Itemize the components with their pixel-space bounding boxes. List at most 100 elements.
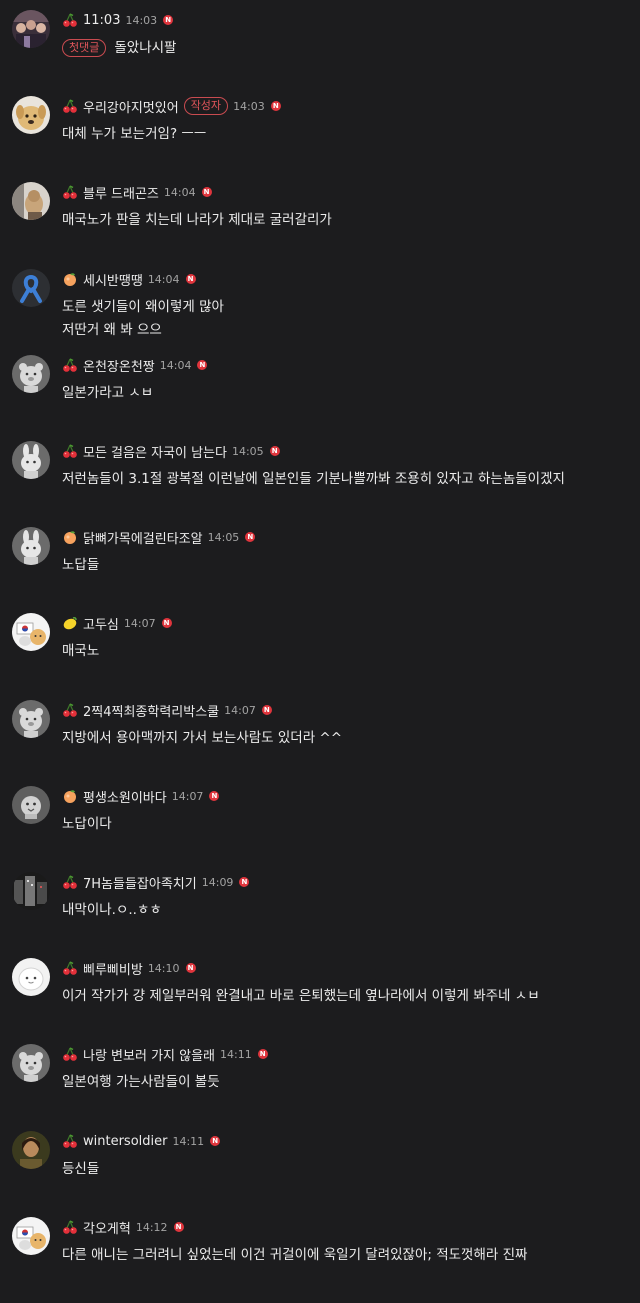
comment-text: 노답이다	[62, 814, 112, 834]
comment-text: 내막이나.ㅇ..ㅎㅎ	[62, 900, 162, 920]
comment-header: 블루 드래곤즈 14:04 N	[62, 182, 212, 202]
comment-item[interactable]: 모든 걸음은 자국이 남는다 14:05 N 저런놈들이 3.1절 광복절 이런날에 …	[0, 441, 640, 527]
comment-text: 일본여행 가는사람들이 볼듯	[62, 1072, 220, 1092]
nickname[interactable]: 2찍4찍최종학력리박스쿨	[83, 701, 219, 720]
user-avatar[interactable]	[12, 441, 50, 479]
nickname[interactable]: wintersoldier	[83, 1134, 167, 1149]
nickname[interactable]: 나랑 변보러 가지 않을래	[83, 1045, 215, 1064]
comment-item[interactable]: wintersoldier 14:11 N 등신들	[0, 1131, 640, 1217]
comment-header: 우리강아지멋있어 작성자 14:03 N	[62, 96, 281, 116]
author-badge: 작성자	[183, 97, 229, 115]
comment-item[interactable]: 고두심 14:07 N 매국노	[0, 613, 640, 699]
timestamp: 14:04	[147, 272, 180, 286]
comment-header: 11:03 14:03 N	[62, 10, 174, 30]
comment-text-line: 지방에서 용아맥까지 가서 보는사람도 있더라 ^^	[62, 730, 343, 746]
peach-level-icon	[64, 790, 76, 803]
new-badge-icon: N	[163, 15, 174, 25]
comment-item[interactable]: 11:03 14:03 N 첫댓글 돌았나시팔	[0, 10, 640, 96]
new-badge-icon: N	[269, 446, 280, 456]
nickname[interactable]: 우리강아지멋있어	[83, 97, 179, 116]
nickname[interactable]: 7H놈들들잡아족치기	[83, 873, 197, 892]
comment-item[interactable]: 각오게혁 14:12 N 다른 애니는 그러려니 싶었는데 이건 귀걸이에 욱일기 달…	[0, 1217, 640, 1303]
comment-item[interactable]: 온천장온천짱 14:04 N 일본가라고 ㅅㅂ	[0, 355, 640, 441]
nickname[interactable]: 모든 걸음은 자국이 남는다	[83, 442, 227, 461]
comment-text-line: 일본여행 가는사람들이 볼듯	[62, 1074, 220, 1090]
peach-level-icon	[64, 531, 76, 544]
user-avatar[interactable]	[12, 1131, 50, 1169]
comment-text: 매국노	[62, 641, 99, 661]
cherry-level-icon	[63, 358, 77, 372]
comment-item[interactable]: 우리강아지멋있어 작성자 14:03 N 대체 누가 보는거임? ㅡㅡ	[0, 96, 640, 182]
user-avatar[interactable]	[12, 786, 50, 824]
comment-text: 다른 애니는 그러려니 싶었는데 이건 귀걸이에 욱일기 달려있잖아; 적도껏해…	[62, 1245, 527, 1265]
comment-item[interactable]: 평생소원이바다 14:07 N 노답이다	[0, 786, 640, 872]
comment-text-line: 이거 작가가 걍 제일부러워 완결내고 바로 은퇴했는데 옆나라에서 이렇게 봐…	[62, 988, 540, 1004]
comment-text: 도른 샛기들이 왜이렇게 많아	[62, 297, 224, 317]
comment-item[interactable]: 나랑 변보러 가지 않을래 14:11 N 일본여행 가는사람들이 볼듯	[0, 1044, 640, 1130]
comment-text-line: 돌았나시팔	[114, 40, 177, 56]
nickname[interactable]: 블루 드래곤즈	[83, 183, 159, 202]
nickname[interactable]: 평생소원이바다	[83, 787, 167, 806]
comment-text: 저런놈들이 3.1절 광복절 이런날에 일본인들 기분나쁠까봐 조용히 있자고 …	[62, 469, 565, 489]
comment-item[interactable]: 2찍4찍최종학력리박스쿨 14:07 N 지방에서 용아맥까지 가서 보는사람도 있더…	[0, 700, 640, 786]
timestamp: 14:07	[224, 703, 256, 717]
timestamp: 14:04	[163, 185, 196, 199]
user-avatar[interactable]	[12, 872, 50, 910]
comment-header: wintersoldier 14:11 N	[62, 1131, 221, 1151]
nickname[interactable]: 닭뼈가목에걸린타조알	[83, 528, 203, 547]
nickname[interactable]: 세시반땡땡	[83, 270, 143, 289]
nickname[interactable]: 온천장온천짱	[83, 356, 155, 375]
comment-header: 나랑 변보러 가지 않을래 14:11 N	[62, 1044, 268, 1064]
comment-text-line: 저딴거 왜 봐 으으	[62, 322, 162, 338]
comment-item[interactable]: 7H놈들들잡아족치기 14:09 N 내막이나.ㅇ..ㅎㅎ	[0, 872, 640, 958]
nickname[interactable]: 삐루삐비방	[83, 959, 143, 978]
timestamp: 14:10	[147, 961, 180, 975]
user-avatar[interactable]	[12, 1217, 50, 1255]
new-badge-icon: N	[161, 618, 172, 628]
user-avatar[interactable]	[12, 527, 50, 565]
nickname[interactable]: 고두심	[83, 614, 119, 633]
comment-header: 모든 걸음은 자국이 남는다 14:05 N	[62, 441, 280, 461]
cherry-level-icon	[63, 703, 77, 717]
user-avatar[interactable]	[12, 182, 50, 220]
comment-item[interactable]: 삐루삐비방 14:10 N 이거 작가가 걍 제일부러워 완결내고 바로 은퇴했는데 …	[0, 958, 640, 1044]
comment-text: 노답들	[62, 555, 99, 575]
user-avatar[interactable]	[12, 96, 50, 134]
nickname[interactable]: 11:03	[83, 13, 120, 28]
timestamp: 14:09	[201, 875, 234, 889]
user-avatar[interactable]	[12, 700, 50, 738]
user-avatar[interactable]	[12, 10, 50, 48]
comment-item[interactable]: 세시반땡땡 14:04 N 도른 샛기들이 왜이렇게 많아 저딴거 왜 봐 으으	[0, 269, 640, 355]
timestamp: 14:11	[172, 1134, 205, 1148]
user-avatar[interactable]	[12, 355, 50, 393]
comment-text-line: 다른 애니는 그러려니 싶었는데 이건 귀걸이에 욱일기 달려있잖아; 적도껏해…	[62, 1247, 528, 1263]
first-comment-badge: 첫댓글	[62, 39, 107, 57]
user-avatar[interactable]	[12, 269, 50, 307]
user-avatar[interactable]	[12, 1044, 50, 1082]
new-badge-icon: N	[270, 101, 281, 111]
comment-text: 일본가라고 ㅅㅂ	[62, 383, 153, 403]
comment-header: 각오게혁 14:12 N	[62, 1217, 184, 1237]
comment-header: 2찍4찍최종학력리박스쿨 14:07 N	[62, 700, 272, 720]
nickname[interactable]: 각오게혁	[83, 1218, 131, 1237]
user-avatar[interactable]	[12, 613, 50, 651]
lemon-level-icon	[63, 617, 77, 630]
timestamp: 14:03	[233, 99, 265, 113]
comment-header: 온천장온천짱 14:04 N	[62, 355, 208, 375]
comment-text-line: 매국노가 판을 치는데 나라가 제대로 굴러갈리가	[62, 212, 332, 228]
comment-item[interactable]: 블루 드래곤즈 14:04 N 매국노가 판을 치는데 나라가 제대로 굴러갈리가	[0, 182, 640, 268]
new-badge-icon: N	[257, 1049, 268, 1059]
comment-header: 7H놈들들잡아족치기 14:09 N	[62, 872, 250, 892]
timestamp: 14:05	[231, 444, 264, 458]
comment-text-line: 대체 누가 보는거임? ㅡㅡ	[62, 126, 207, 142]
user-avatar[interactable]	[12, 958, 50, 996]
timestamp: 14:07	[171, 789, 204, 803]
comment-text: 이거 작가가 걍 제일부러워 완결내고 바로 은퇴했는데 옆나라에서 이렇게 봐…	[62, 986, 540, 1006]
comment-text: 지방에서 용아맥까지 가서 보는사람도 있더라 ^^	[62, 728, 342, 748]
comment-header: 평생소원이바다 14:07 N	[62, 786, 220, 806]
comment-item[interactable]: 닭뼈가목에걸린타조알 14:05 N 노답들	[0, 527, 640, 613]
peach-level-icon	[64, 273, 76, 286]
new-badge-icon: N	[201, 187, 212, 197]
timestamp: 14:03	[125, 13, 158, 27]
comment-text-line: 노답들	[62, 557, 100, 573]
